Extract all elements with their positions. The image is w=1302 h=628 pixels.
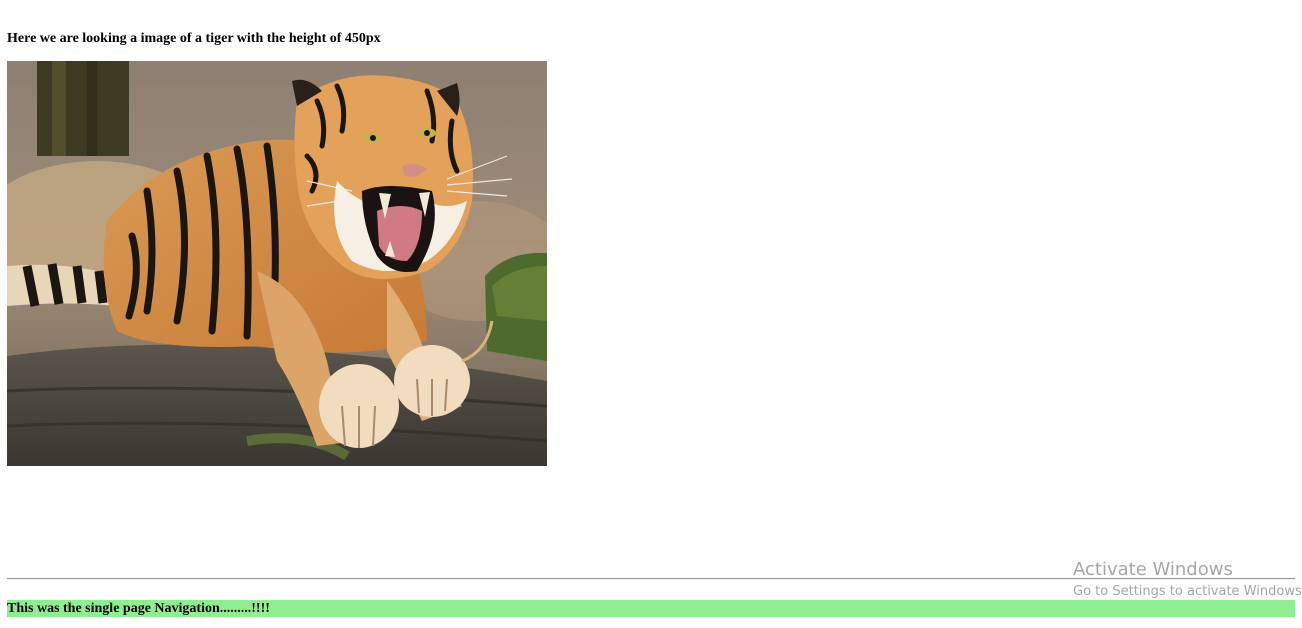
activate-windows-watermark: Activate Windows Go to Settings to activ… [1073,559,1302,601]
tiger-image [7,61,547,466]
activate-windows-subtitle: Go to Settings to activate Windows. [1073,584,1302,599]
footer-text: This was the single page Navigation.....… [7,601,270,616]
footer-navigation-banner: This was the single page Navigation.....… [7,600,1295,617]
tiger-photo-illustration [7,61,547,466]
horizontal-rule [7,578,1295,580]
page: Here we are looking a image of a tiger w… [0,0,1302,628]
page-heading: Here we are looking a image of a tiger w… [7,31,381,46]
